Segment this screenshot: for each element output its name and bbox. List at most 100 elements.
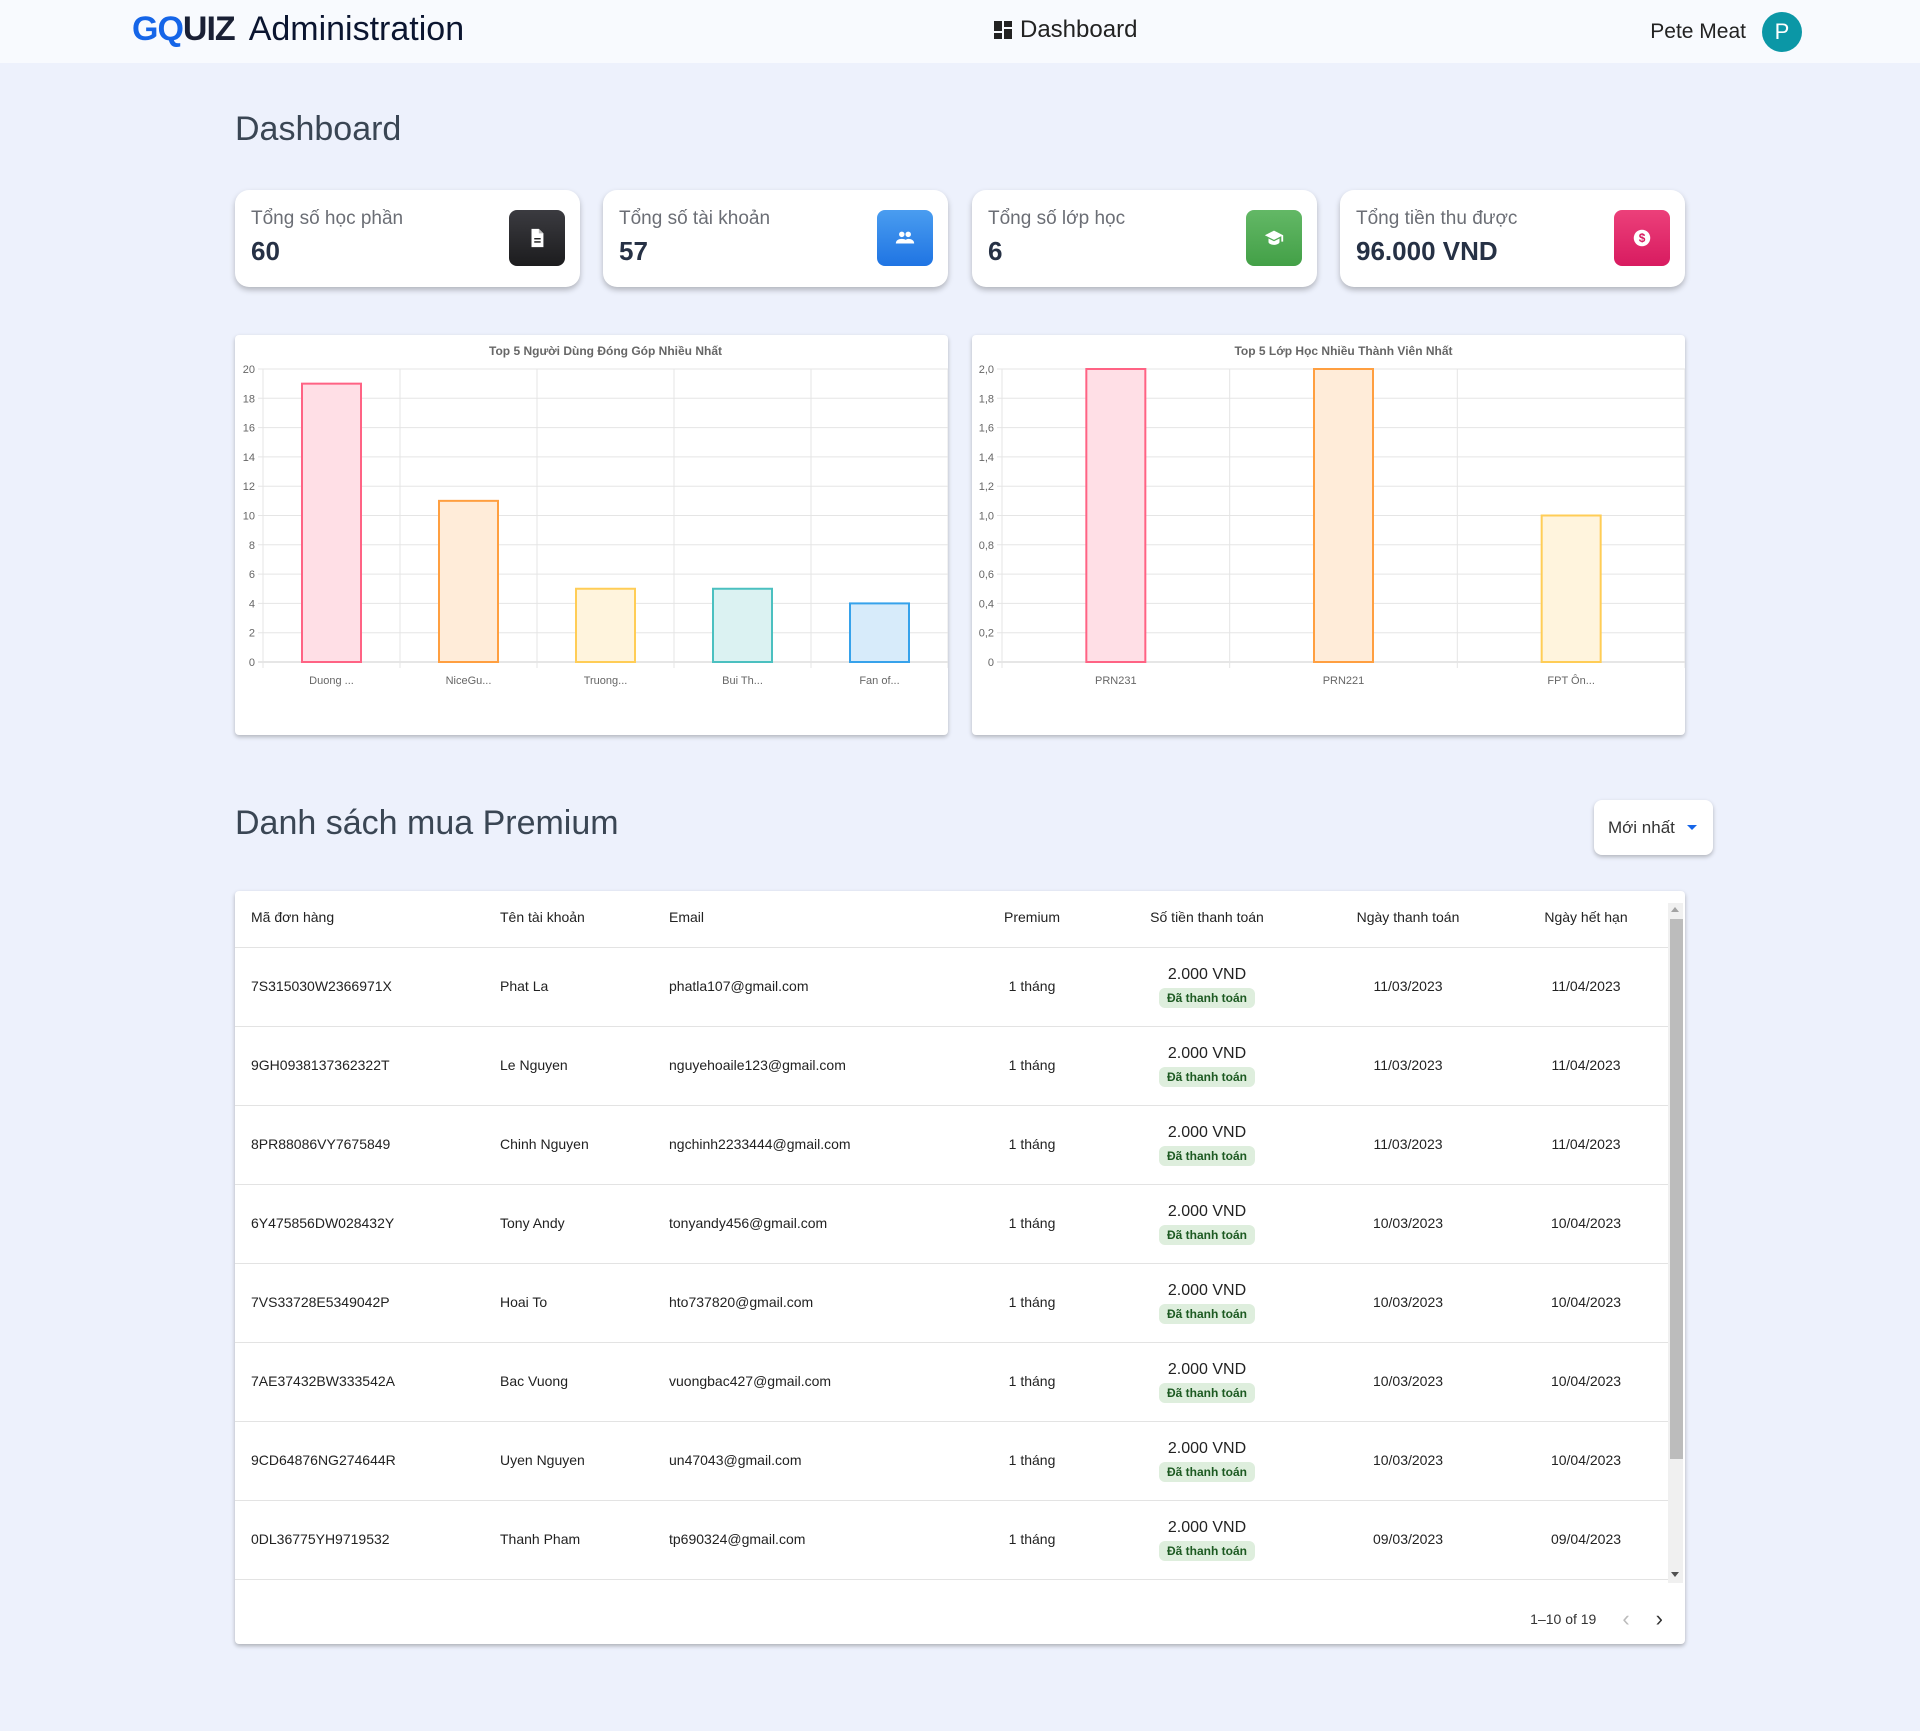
column-header-paid-date[interactable]: Ngày thanh toán (1357, 909, 1460, 925)
premium-plan: 1 tháng (1008, 1294, 1056, 1310)
expiry-date: 10/04/2023 (1550, 1373, 1622, 1389)
order-id: 6Y475856DW028432Y (251, 1215, 395, 1231)
chart-title: Top 5 Lớp Học Nhiều Thành Viên Nhất (1234, 344, 1452, 358)
scroll-down-arrow-icon[interactable] (1671, 1572, 1679, 1577)
chevron-left-icon[interactable]: ‹ (1622, 1608, 1629, 1630)
stat-card-modules: Tổng số học phần 60 (235, 190, 580, 287)
stat-value: 57 (619, 236, 648, 266)
account-name: Le Nguyen (500, 1057, 568, 1073)
y-tick-label: 10 (243, 511, 255, 523)
chart-top-classes: Top 5 Lớp Học Nhiều Thành Viên Nhất 0 0,2 0… (972, 335, 1685, 735)
scroll-thumb[interactable] (1670, 919, 1683, 1459)
brand-logo-g: G (132, 10, 158, 48)
table-row[interactable]: 6Y475856DW028432Y Tony Andy tonyandy456@gm… (235, 1185, 1668, 1264)
bar (301, 382, 362, 664)
sort-selected-value: Mới nhất (1608, 817, 1675, 837)
y-tick-label: 2,0 (979, 364, 994, 376)
column-header-order-id[interactable]: Mã đơn hàng (251, 909, 334, 925)
paid-date: 10/03/2023 (1372, 1373, 1444, 1389)
dollar-coin-icon: $ (1614, 210, 1670, 266)
nav-dashboard-link[interactable]: Dashboard (994, 16, 1137, 44)
payment-amount: 2.000 VND (1167, 1045, 1247, 1062)
order-id: 0DL36775YH9719532 (251, 1531, 390, 1547)
table-header: Mã đơn hàng Tên tài khoản Email Premium … (235, 891, 1668, 948)
email: tp690324@gmail.com (669, 1531, 806, 1547)
table-row[interactable]: 0DL36775YH9719532 Thanh Pham tp690324@gmai… (235, 1501, 1668, 1580)
expiry-date: 10/04/2023 (1550, 1452, 1622, 1468)
avatar[interactable]: P (1762, 12, 1802, 52)
premium-plan: 1 tháng (1008, 1373, 1056, 1389)
status-badge: Đã thanh toán (1159, 1067, 1255, 1087)
dashboard-grid-icon (994, 21, 1012, 39)
table-scrollbar[interactable] (1668, 903, 1683, 1583)
user-name: Pete Meat (1650, 20, 1746, 43)
chart-top-contributors: Top 5 Người Dùng Đóng Góp Nhiều Nhất 0 2 4 6… (235, 335, 948, 735)
y-tick-label: 2 (249, 628, 255, 640)
pagination-range: 1–10 of 19 (1530, 1611, 1597, 1627)
svg-text:$: $ (1639, 231, 1646, 245)
x-tick-label: Bui Th... (722, 675, 763, 687)
paid-date: 09/03/2023 (1372, 1531, 1444, 1547)
chart-title: Top 5 Người Dùng Đóng Góp Nhiều Nhất (489, 344, 722, 358)
chart-top-contributors-svg: Top 5 Người Dùng Đóng Góp Nhiều Nhất 0 2 4 6… (243, 344, 948, 687)
expiry-date: 10/04/2023 (1550, 1294, 1622, 1310)
account-name: Hoai To (500, 1294, 548, 1310)
account-name: Bac Vuong (500, 1373, 568, 1389)
table-row[interactable]: 9GH0938137362322T Le Nguyen nguyehoaile123… (235, 1027, 1668, 1106)
email: vuongbac427@gmail.com (669, 1373, 832, 1389)
account-name: Phat La (500, 978, 549, 994)
email: hto737820@gmail.com (669, 1294, 814, 1310)
app-brand[interactable]: GQUIZ Administration (132, 10, 464, 49)
user-menu[interactable]: Pete Meat P (1650, 12, 1802, 52)
bar (1085, 368, 1147, 663)
table-row[interactable]: 7AE37432BW333542A Bac Vuong vuongbac427@gm… (235, 1343, 1668, 1422)
order-id: 7S315030W2366971X (251, 978, 392, 994)
status-badge: Đã thanh toán (1159, 1225, 1255, 1245)
email: phatla107@gmail.com (669, 978, 809, 994)
x-tick-label: NiceGu... (446, 675, 492, 687)
table-row[interactable]: 7S315030W2366971X Phat La phatla107@gmail.… (235, 948, 1668, 1027)
table-row[interactable]: 7VS33728E5349042P Hoai To hto737820@gmail.… (235, 1264, 1668, 1343)
email: nguyehoaile123@gmail.com (669, 1057, 846, 1073)
stat-label: Tổng số học phần (251, 208, 404, 229)
premium-plan: 1 tháng (1008, 1531, 1056, 1547)
order-id: 9CD64876NG274644R (251, 1452, 396, 1468)
caret-down-icon (1687, 825, 1697, 830)
premium-plan: 1 tháng (1008, 978, 1056, 994)
column-header-account-name[interactable]: Tên tài khoản (500, 909, 585, 925)
column-header-amount[interactable]: Số tiền thanh toán (1150, 909, 1264, 925)
order-id: 7VS33728E5349042P (251, 1294, 390, 1310)
chevron-right-icon[interactable]: › (1656, 1608, 1663, 1630)
sort-select[interactable]: Mới nhất (1594, 800, 1713, 855)
scroll-up-arrow-icon[interactable] (1671, 907, 1679, 912)
graduation-cap-icon (1246, 210, 1302, 266)
paid-date: 11/03/2023 (1373, 1057, 1443, 1073)
payment-amount: 2.000 VND (1167, 966, 1247, 983)
column-header-expiry-date[interactable]: Ngày hết hạn (1544, 909, 1627, 925)
bar (575, 587, 636, 663)
payment-amount: 2.000 VND (1167, 1282, 1247, 1299)
table-row[interactable]: 8PR88086VY7675849 Chinh Nguyen ngchinh2233… (235, 1106, 1668, 1185)
stat-label: Tổng số lớp học (988, 208, 1126, 229)
stat-label: Tổng số tài khoản (619, 208, 771, 229)
payment-amount: 2.000 VND (1167, 1361, 1247, 1378)
premium-plan: 1 tháng (1008, 1136, 1056, 1152)
y-tick-label: 6 (249, 569, 255, 581)
x-tick-label: PRN231 (1095, 675, 1137, 687)
paid-date: 10/03/2023 (1372, 1452, 1444, 1468)
column-header-premium[interactable]: Premium (1004, 909, 1060, 925)
premium-section-title: Danh sách mua Premium (235, 804, 619, 842)
paid-date: 10/03/2023 (1372, 1294, 1444, 1310)
email: tonyandy456@gmail.com (669, 1215, 828, 1231)
y-tick-label: 1,4 (979, 452, 994, 464)
table-row[interactable]: 9CD64876NG274644R Uyen Nguyen un47043@gmai… (235, 1422, 1668, 1501)
y-tick-label: 8 (249, 540, 255, 552)
column-header-email[interactable]: Email (669, 909, 704, 925)
expiry-date: 11/04/2023 (1551, 1057, 1621, 1073)
payment-amount: 2.000 VND (1167, 1203, 1247, 1220)
bar (849, 602, 910, 663)
users-icon (877, 210, 933, 266)
stat-card-classes: Tổng số lớp học 6 (972, 190, 1317, 287)
bar (712, 587, 773, 663)
y-tick-label: 12 (243, 481, 255, 493)
